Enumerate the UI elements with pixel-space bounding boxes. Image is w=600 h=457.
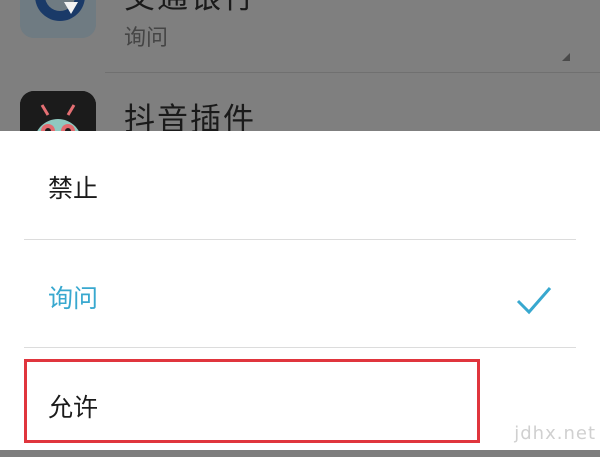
app-row-bank[interactable]: 交通银行 询问 <box>0 0 600 72</box>
option-label: 禁止 <box>48 174 99 203</box>
option-ask[interactable]: 询问 <box>0 243 600 349</box>
option-deny[interactable]: 禁止 <box>0 134 600 240</box>
permission-dialog: 禁止 询问 允许 jdhx.net <box>0 131 600 450</box>
checkmark-icon <box>516 287 552 315</box>
divider <box>24 347 576 348</box>
watermark: jdhx.net <box>514 423 596 444</box>
app-name: 交通银行 <box>124 0 256 17</box>
app-permission-status: 询问 <box>124 26 169 51</box>
option-label: 允许 <box>48 393 99 422</box>
bank-logo-icon <box>20 0 96 38</box>
option-label: 询问 <box>48 284 99 313</box>
dropdown-indicator-icon <box>562 53 570 61</box>
option-allow[interactable]: 允许 <box>0 351 600 457</box>
divider <box>24 239 576 240</box>
